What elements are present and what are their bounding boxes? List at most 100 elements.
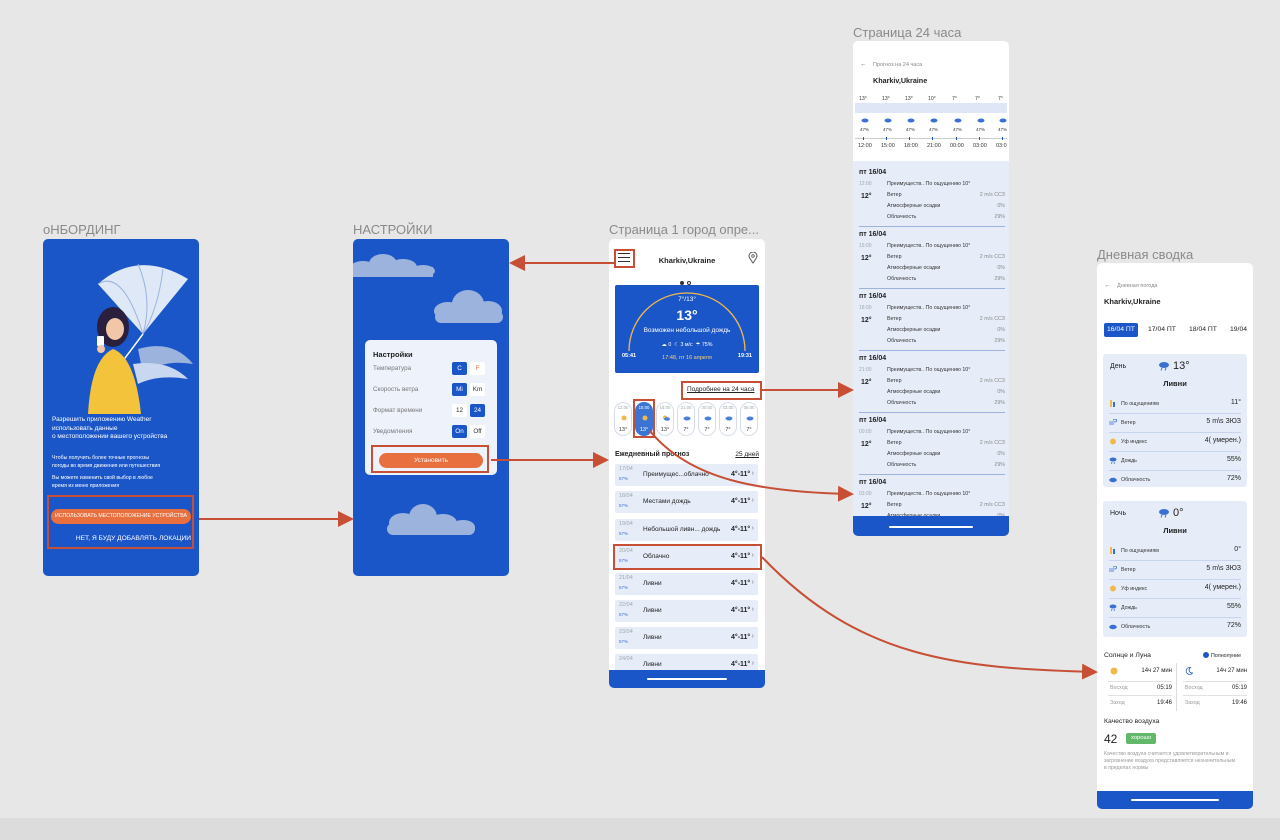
block-temp: 12° [861, 379, 872, 386]
hour-temp: 7° [704, 427, 710, 433]
chevron-right-icon: › [751, 579, 754, 586]
day-desc: Ливни [643, 580, 662, 587]
day-range: 4°-11° [731, 526, 751, 533]
hour-item[interactable]: 06:00 7° [740, 402, 758, 436]
permission-text: Разрешить приложению Weather использоват… [52, 416, 168, 440]
day-tab-selected[interactable]: 16/04 ПТ [1104, 323, 1138, 337]
block-wind-label: Ветер [887, 378, 902, 384]
setting-label: Уведомления [373, 428, 413, 435]
hour-item[interactable]: 00:00 7° [698, 402, 716, 436]
home-indicator-bar [609, 670, 765, 688]
daily-row[interactable]: 17/04 57% Преимущес...облачно 4°-11° › [615, 464, 758, 486]
row-label: По ощущениям [1121, 548, 1159, 554]
setting-row-temperature: Температура C F [373, 362, 491, 376]
day-tab[interactable]: 19/04 [1227, 323, 1250, 337]
block-day: пт 16/04 [859, 169, 887, 176]
divider [1183, 695, 1247, 696]
block-desc: Преимуществ.. По ощущению 10° [887, 491, 971, 497]
rain-cloud-icon [1159, 362, 1169, 371]
arrow-day-to-daily [761, 556, 1098, 680]
day-date: 19/04 [619, 521, 633, 527]
highlight-box [47, 495, 194, 549]
time-24-toggle[interactable]: 24 [470, 404, 485, 417]
back-arrow-icon[interactable]: ← [860, 61, 867, 68]
daily-row[interactable]: 22/04 57% Ливни 4°-11° › [615, 600, 758, 622]
hour-item[interactable]: 12:00 13° [614, 402, 632, 436]
detail-row: Дождь 55% [1109, 599, 1241, 618]
back-arrow-icon[interactable]: ← [1104, 282, 1111, 289]
hour-item[interactable]: 21:00 7° [677, 402, 695, 436]
row-label: По ощущениям [1121, 401, 1159, 407]
panel-temp: 13° [1173, 360, 1190, 372]
block-cloud-label: Облачность [887, 338, 917, 344]
moon-duration: 14ч 27 мин [1216, 668, 1247, 674]
daily-row[interactable]: 23/04 57% Ливни 4°-11° › [615, 627, 758, 649]
hour-temp: 13° [618, 427, 628, 433]
day-desc: Ливни [643, 661, 662, 668]
sun-moon-title: Солнце и Луна [1104, 652, 1151, 659]
day-range: 4°-11° [731, 607, 751, 614]
wind-value: 3 м/с [680, 342, 693, 348]
cloud-icon [746, 416, 754, 421]
block-cloud-label: Облачность [887, 400, 917, 406]
air-quality-value: 42 [1104, 732, 1118, 746]
location-pin-icon[interactable] [748, 252, 758, 264]
daily-row[interactable]: 21/04 57% Ливни 4°-11° › [615, 573, 758, 595]
hourly-timeline[interactable]: 13° 13° 13° 10° 7° 7° 7° 47% 47% 47% 47%… [853, 91, 1009, 161]
daily-row[interactable]: 19/04 57% Небольшой ливн... дождь 4°-11° › [615, 519, 758, 541]
rain-cloud-icon [1159, 509, 1169, 518]
daily-row[interactable]: 18/04 57% Местами дождь 4°-11° › [615, 491, 758, 513]
time-12-toggle[interactable]: 12 [452, 404, 467, 417]
moonrise-value: 05:19 [1231, 685, 1247, 691]
wind-mi-toggle[interactable]: Mi [452, 383, 467, 396]
notify-off-toggle[interactable]: Off [470, 425, 485, 438]
daily-25-link[interactable]: 25 дней [735, 451, 759, 458]
day-range: 4°-11° [731, 634, 751, 641]
current-datetime: 17:48, пт 16 апреля [662, 355, 712, 361]
timeline-tick [886, 137, 887, 140]
divider [859, 226, 1005, 227]
block-cloud-value: 29% [994, 276, 1005, 282]
wind-km-toggle[interactable]: Km [470, 383, 485, 396]
rain-cloud-icon [954, 118, 962, 123]
setting-label: Температура [373, 365, 412, 372]
row-label: Ветер [1121, 567, 1136, 573]
setting-row-notifications: Уведомления On Off [373, 425, 491, 439]
block-time: 21:00 [859, 367, 872, 373]
block-wind-label: Ветер [887, 192, 902, 198]
block-precip-label: Атмосферные осадки [887, 389, 941, 395]
row-label: Уф индекс [1121, 439, 1148, 445]
timeline-tick [979, 137, 980, 140]
hour-time: 03:00 [722, 405, 734, 410]
block-day: пт 16/04 [859, 293, 887, 300]
hour-detail-block[interactable]: пт 16/04 12:00 12° Преимуществ.. По ощущ… [859, 169, 1005, 227]
notify-on-toggle[interactable]: On [452, 425, 467, 438]
precip-value: 0 [668, 342, 672, 348]
block-day: пт 16/04 [859, 479, 887, 486]
hour-temp: 7° [725, 427, 731, 433]
timeline-humidity: 47% [998, 127, 1008, 132]
day-desc: Преимущес...облачно [643, 471, 709, 478]
block-wind-value: 2 m/s ССЗ [979, 502, 1005, 508]
hour-detail-block[interactable]: пт 16/04 18:00 12° Преимуществ.. По ощущ… [859, 293, 1005, 351]
city-name: Kharkiv,Ukraine [658, 256, 716, 265]
hourly-detail-list: пт 16/04 12:00 12° Преимуществ.. По ощущ… [853, 161, 1009, 519]
hour-detail-block[interactable]: пт 16/04 15:00 12° Преимуществ.. По ощущ… [859, 231, 1005, 289]
hour-detail-block[interactable]: пт 16/04 00:00 12° Преимуществ.. По ощущ… [859, 417, 1005, 475]
block-precip-value: 0% [997, 389, 1005, 395]
detail-row: Дождь 55% [1109, 452, 1241, 471]
sun-icon [621, 415, 627, 421]
day-range: 4°-11° [731, 471, 751, 478]
uv-sun-icon [1110, 438, 1116, 445]
current-temperature: 13° [676, 307, 698, 323]
chevron-right-icon: › [751, 606, 754, 613]
day-tab[interactable]: 18/04 ПТ [1186, 323, 1220, 337]
hour-item[interactable]: 03:00 7° [719, 402, 737, 436]
sunset-label: Заход [1110, 700, 1125, 706]
day-tab[interactable]: 17/04 ПТ [1145, 323, 1179, 337]
unit-celsius-toggle[interactable]: C [452, 362, 467, 375]
block-wind-label: Ветер [887, 316, 902, 322]
unit-fahrenheit-toggle[interactable]: F [470, 362, 485, 375]
hour-item[interactable]: 18:00 13° [656, 402, 674, 436]
hour-detail-block[interactable]: пт 16/04 21:00 12° Преимуществ.. По ощущ… [859, 355, 1005, 413]
